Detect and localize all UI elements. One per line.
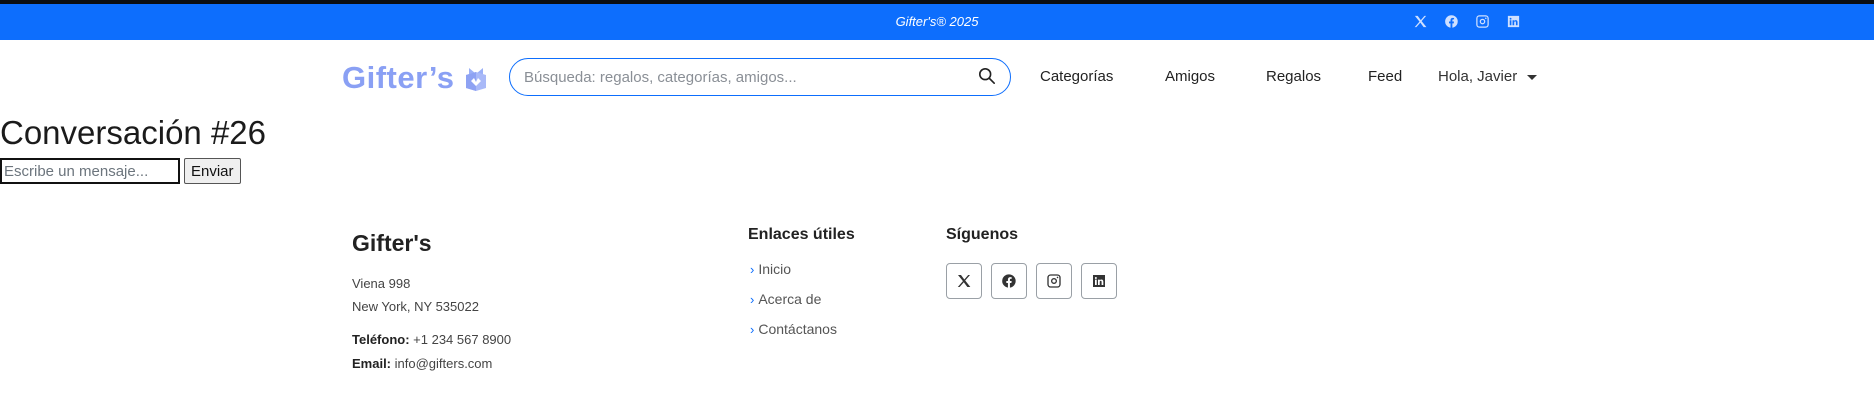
footer-link-contacto[interactable]: › Contáctanos [750,321,837,337]
topbar-tagline: Gifter's® 2025 [895,14,979,29]
instagram-icon[interactable] [1036,263,1072,299]
nav-link-categorias[interactable]: Categorías [1040,68,1113,85]
nav-link-regalos[interactable]: Regalos [1266,68,1321,85]
send-button[interactable]: Enviar [184,158,241,184]
gift-icon [465,68,486,91]
footer-address-line1: Viena 998 [352,276,411,291]
facebook-icon[interactable] [991,263,1027,299]
linkedin-icon[interactable] [1505,13,1522,30]
search-icon[interactable] [978,67,998,87]
search-input[interactable] [522,59,966,96]
search-bar [509,58,1011,96]
topbar-social-links [1412,13,1522,30]
footer-phone-value: +1 234 567 8900 [413,332,512,347]
chevron-right-icon: › [750,261,755,277]
chevron-right-icon: › [750,321,755,337]
footer-links-heading: Enlaces útiles [748,226,855,243]
logo-text: Gifter’s [342,60,455,95]
user-menu-dropdown[interactable]: Hola, Javier [1438,68,1538,85]
footer-email-value: info@gifters.com [394,356,493,371]
footer-link-label: Inicio [758,261,792,277]
message-form: Enviar [0,158,241,184]
instagram-icon[interactable] [1474,13,1491,30]
footer-link-acerca[interactable]: › Acerca de [750,291,821,307]
page-title: Conversación #26 [0,114,266,151]
nav-link-amigos[interactable]: Amigos [1165,68,1215,85]
x-icon[interactable] [946,263,982,299]
footer-address-line2: New York, NY 535022 [352,299,479,314]
chevron-right-icon: › [750,291,755,307]
x-icon[interactable] [1412,13,1429,30]
top-bar: Gifter's® 2025 [0,4,1874,40]
footer-brand: Gifter's [352,230,432,256]
user-greeting: Hola, Javier [1438,68,1518,85]
footer-email: Email: info@gifters.com [352,356,492,371]
footer-social-links [946,263,1117,299]
main-navbar: Gifter’s Categorías Amigos Regalos Feed … [0,40,1874,116]
linkedin-icon[interactable] [1081,263,1117,299]
footer-social-heading: Síguenos [946,226,1019,243]
message-input[interactable] [0,158,180,184]
nav-link-feed[interactable]: Feed [1368,68,1402,85]
logo[interactable]: Gifter’s [342,58,489,98]
footer-link-label: Contáctanos [758,321,837,337]
footer-phone: Teléfono: +1 234 567 8900 [352,332,511,347]
facebook-icon[interactable] [1443,13,1460,30]
footer-link-label: Acerca de [758,291,822,307]
caret-down-icon [1527,75,1538,80]
footer-email-label: Email: [352,356,392,371]
footer-link-inicio[interactable]: › Inicio [750,261,791,277]
footer-phone-label: Teléfono: [352,332,410,347]
